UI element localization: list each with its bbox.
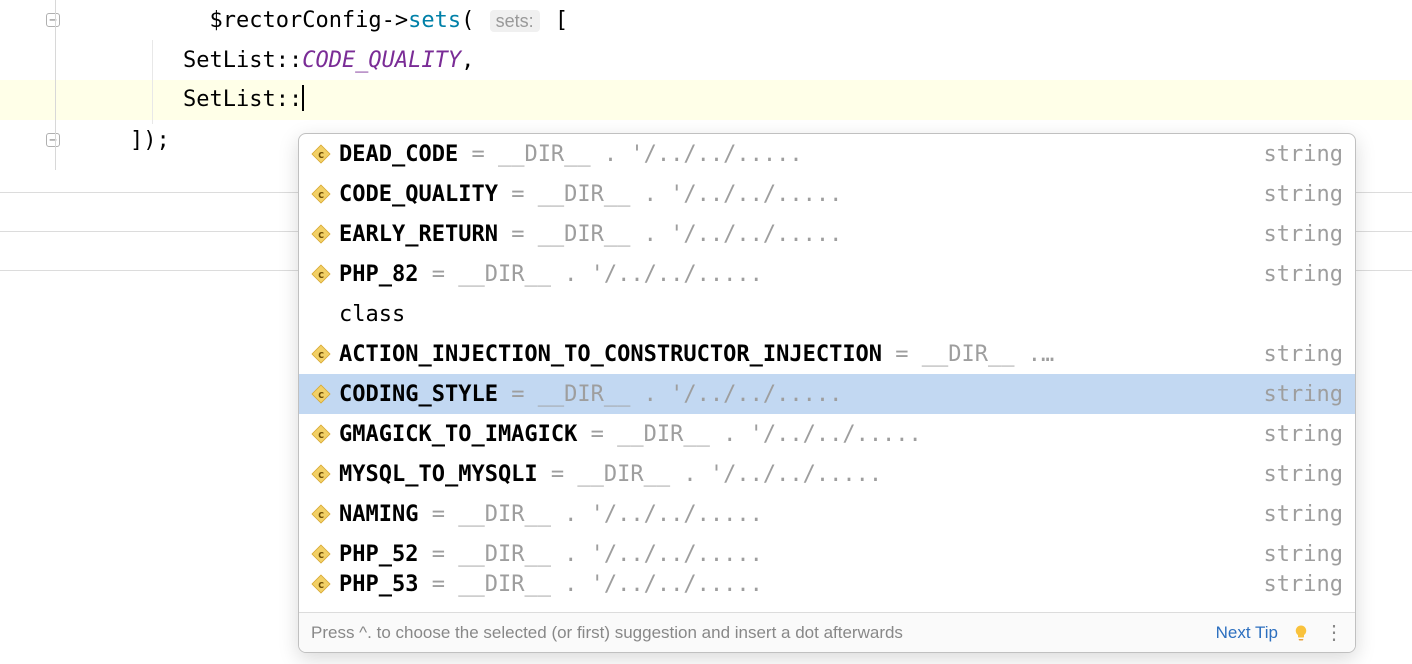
class-ref: SetList	[183, 48, 276, 73]
completion-list[interactable]: cDEAD_CODE = __DIR__ . '/../../.....stri…	[299, 134, 1355, 612]
completion-item[interactable]: c CODING_STYLE = __DIR__ . '/../../.....s…	[299, 374, 1355, 414]
completion-text: NAMING = __DIR__ . '/../../.....	[339, 502, 1252, 527]
completion-item[interactable]: c MYSQL_TO_MYSQLI = __DIR__ . '/../../...…	[299, 454, 1355, 494]
completion-item[interactable]: c PHP_53 = __DIR__ . '/../../.....string	[299, 574, 1355, 594]
method-call: sets	[408, 8, 461, 33]
svg-text:c: c	[318, 388, 325, 401]
const-ref: CODE_QUALITY	[302, 48, 461, 73]
completion-text: DEAD_CODE = __DIR__ . '/../../.....	[339, 142, 1252, 167]
completion-type: string	[1252, 502, 1343, 527]
completion-type: string	[1252, 222, 1343, 247]
svg-text:c: c	[318, 428, 325, 441]
constant-icon: c	[311, 264, 331, 284]
gutter: −	[0, 133, 70, 147]
constant-icon: c	[311, 544, 331, 564]
completion-footer: Press ^. to choose the selected (or firs…	[299, 612, 1355, 652]
svg-text:c: c	[318, 468, 325, 481]
completion-type: string	[1252, 572, 1343, 597]
completion-item[interactable]: c DEAD_CODE = __DIR__ . '/../../.....stri…	[299, 134, 1355, 174]
completion-type: string	[1252, 182, 1343, 207]
completion-item[interactable]: c GMAGICK_TO_IMAGICK = __DIR__ . '/../../…	[299, 414, 1355, 454]
scope-op: ::	[276, 48, 303, 73]
completion-type: string	[1252, 342, 1343, 367]
code-line[interactable]: − $rectorConfig->sets( sets: [	[0, 0, 1412, 40]
completion-item[interactable]: c CODE_QUALITY = __DIR__ . '/../../.....s…	[299, 174, 1355, 214]
completion-type: string	[1252, 142, 1343, 167]
fold-minus-icon[interactable]: −	[46, 133, 60, 147]
completion-text: CODE_QUALITY = __DIR__ . '/../../.....	[339, 182, 1252, 207]
svg-text:c: c	[318, 508, 325, 521]
constant-icon: c	[311, 464, 331, 484]
svg-text:c: c	[318, 188, 325, 201]
completion-text: PHP_82 = __DIR__ . '/../../.....	[339, 262, 1252, 287]
svg-text:c: c	[318, 578, 325, 591]
completion-item[interactable]: c NAMING = __DIR__ . '/../../.....string	[299, 494, 1355, 534]
completion-type: string	[1252, 542, 1343, 567]
arrow-op: ->	[382, 8, 409, 33]
constant-icon: c	[311, 574, 331, 594]
footer-tip-text: Press ^. to choose the selected (or firs…	[311, 623, 1216, 643]
comma: ,	[461, 48, 474, 73]
close-bracket: ]);	[130, 128, 170, 153]
completion-text: MYSQL_TO_MYSQLI = __DIR__ . '/../../....…	[339, 462, 1252, 487]
constant-icon: c	[311, 184, 331, 204]
class-ref: SetList	[183, 87, 276, 112]
completion-text: PHP_53 = __DIR__ . '/../../.....	[339, 572, 1252, 597]
next-tip-link[interactable]: Next Tip	[1216, 623, 1278, 643]
completion-popup[interactable]: cDEAD_CODE = __DIR__ . '/../../.....stri…	[298, 133, 1356, 653]
bracket: [	[542, 8, 569, 33]
fold-minus-icon[interactable]: −	[46, 13, 60, 27]
completion-plain-text: class	[311, 302, 405, 327]
scope-op: ::	[276, 87, 303, 112]
constant-icon: c	[311, 504, 331, 524]
completion-type: string	[1252, 422, 1343, 447]
constant-icon: c	[311, 344, 331, 364]
gutter: −	[0, 13, 70, 27]
constant-icon: c	[311, 424, 331, 444]
bulb-icon[interactable]	[1292, 624, 1310, 642]
svg-text:c: c	[318, 348, 325, 361]
completion-text: ACTION_INJECTION_TO_CONSTRUCTOR_INJECTIO…	[339, 342, 1252, 367]
svg-text:c: c	[318, 228, 325, 241]
constant-icon: c	[311, 144, 331, 164]
completion-text: PHP_52 = __DIR__ . '/../../.....	[339, 542, 1252, 567]
completion-type: string	[1252, 382, 1343, 407]
param-hint: sets:	[490, 10, 540, 32]
completion-item[interactable]: class	[299, 294, 1355, 334]
constant-icon: c	[311, 384, 331, 404]
text-cursor	[302, 85, 304, 111]
variable: $rectorConfig	[209, 8, 381, 33]
completion-item[interactable]: c PHP_52 = __DIR__ . '/../../.....string	[299, 534, 1355, 574]
constant-icon: c	[311, 224, 331, 244]
svg-text:c: c	[318, 268, 325, 281]
completion-text: GMAGICK_TO_IMAGICK = __DIR__ . '/../../.…	[339, 422, 1252, 447]
code-line-active[interactable]: SetList::	[0, 80, 1412, 120]
completion-type: string	[1252, 262, 1343, 287]
completion-item[interactable]: c EARLY_RETURN = __DIR__ . '/../../.....s…	[299, 214, 1355, 254]
code-editor[interactable]: − $rectorConfig->sets( sets: [ SetList::…	[0, 0, 1412, 664]
completion-item[interactable]: c ACTION_INJECTION_TO_CONSTRUCTOR_INJECTI…	[299, 334, 1355, 374]
svg-text:c: c	[318, 548, 325, 561]
more-icon[interactable]: ⋮	[1324, 623, 1343, 643]
completion-item[interactable]: c PHP_82 = __DIR__ . '/../../.....string	[299, 254, 1355, 294]
completion-text: CODING_STYLE = __DIR__ . '/../../.....	[339, 382, 1252, 407]
svg-text:c: c	[318, 148, 325, 161]
completion-type: string	[1252, 462, 1343, 487]
paren: (	[461, 8, 488, 33]
completion-text: EARLY_RETURN = __DIR__ . '/../../.....	[339, 222, 1252, 247]
